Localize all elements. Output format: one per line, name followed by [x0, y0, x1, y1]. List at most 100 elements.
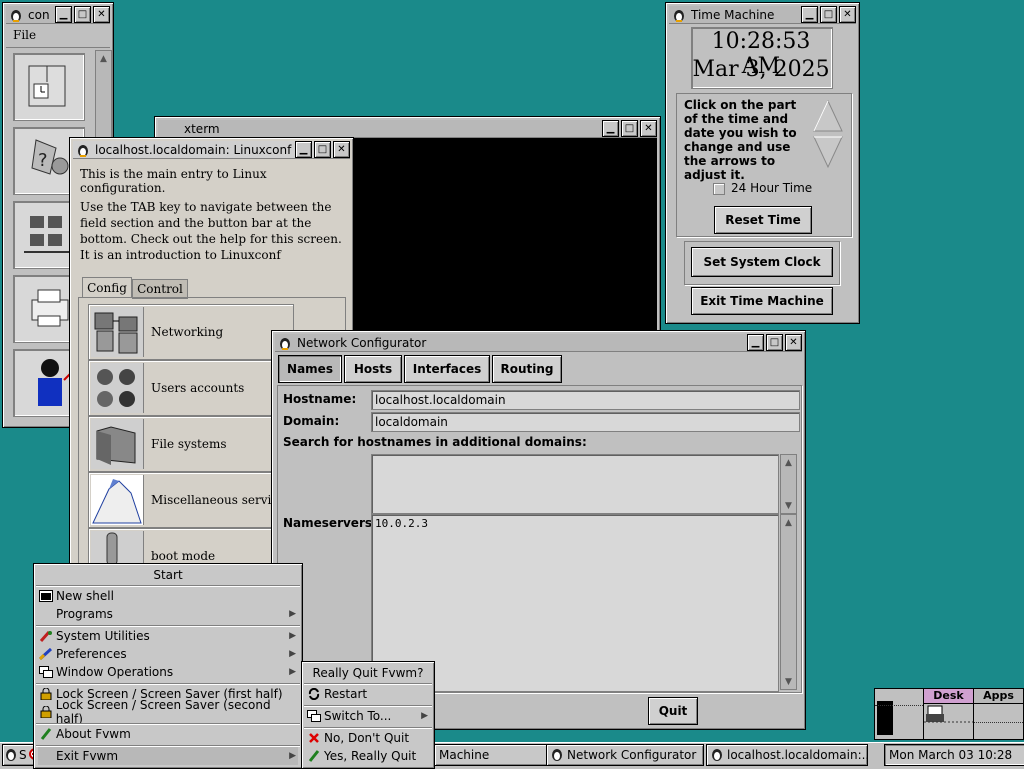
scroll-down-arrow[interactable]: ▼ [781, 498, 796, 513]
set-system-clock-button[interactable]: Set System Clock [691, 247, 833, 277]
close-button[interactable]: ✕ [640, 120, 657, 137]
tab-control[interactable]: Control [132, 279, 188, 299]
search-domains-label: Search for hostnames in additional domai… [283, 435, 587, 449]
penguin-icon [711, 747, 723, 764]
list-item-label: Miscellaneous servic [151, 493, 279, 507]
menu-item-new-shell[interactable]: New shell [38, 587, 298, 605]
menu-item-yes-quit[interactable]: Yes, Really Quit [306, 747, 430, 765]
tab-interfaces[interactable]: Interfaces [404, 355, 490, 383]
pager-desk-2[interactable] [924, 704, 974, 739]
tab-names[interactable]: Names [278, 355, 342, 383]
task-time-machine[interactable]: Machine [434, 744, 548, 766]
close-button[interactable]: ✕ [839, 6, 856, 23]
submenu-arrow-icon: ▶ [289, 609, 296, 619]
window-title: xterm [184, 121, 220, 136]
menu-item-label: Switch To... [324, 709, 392, 723]
pager-desk-3[interactable] [974, 704, 1023, 739]
tab-hosts[interactable]: Hosts [344, 355, 402, 383]
close-button[interactable]: ✕ [333, 141, 350, 158]
quit-button[interactable]: Quit [648, 697, 698, 725]
close-button[interactable]: ✕ [785, 334, 802, 351]
task-label: Machine [439, 748, 490, 762]
control-panel-titlebar[interactable]: con ▁ □ ✕ [6, 6, 110, 24]
linuxconf-titlebar[interactable]: localhost.localdomain: Linuxconf 1 ▁ □ ✕ [73, 141, 350, 159]
list-item-networking[interactable]: Networking [88, 304, 294, 360]
menu-item-label: New shell [56, 589, 114, 603]
domain-input[interactable]: localdomain [371, 412, 800, 432]
task-linuxconf[interactable]: localhost.localdomain:... [706, 744, 868, 766]
pager-desk-label[interactable]: Desk [924, 689, 974, 704]
minimize-button[interactable]: ▁ [295, 141, 312, 158]
date-display[interactable]: Mar 3, 2025 [691, 57, 831, 82]
checkbox-24h-label: 24 Hour Time [731, 181, 813, 195]
submenu-arrow-icon: ▶ [289, 649, 296, 659]
windows-icon [38, 666, 54, 678]
minimize-button[interactable]: ▁ [602, 120, 619, 137]
minimize-button[interactable]: ▁ [55, 6, 72, 23]
penguin-icon[interactable] [277, 335, 293, 351]
pager[interactable]: Desk Apps [874, 688, 1024, 740]
list-item-misc[interactable]: Miscellaneous servic [88, 472, 294, 528]
tab-config[interactable]: Config [82, 277, 132, 298]
penguin-icon[interactable] [75, 142, 91, 158]
window-title: Network Configurator [297, 335, 427, 350]
network-configurator-titlebar[interactable]: Network Configurator ▁ □ ✕ [275, 334, 802, 352]
scroll-up-arrow[interactable]: ▲ [781, 455, 796, 470]
preferences-icon [38, 648, 54, 660]
menu-file[interactable]: File [13, 28, 36, 42]
launcher-clock[interactable] [13, 53, 85, 121]
penguin-icon [551, 747, 563, 764]
minimize-button[interactable]: ▁ [801, 6, 818, 23]
maximize-button[interactable]: □ [74, 6, 91, 23]
penguin-icon[interactable] [671, 7, 687, 23]
nameservers-scrollbar[interactable]: ▲ ▼ [780, 514, 797, 690]
maximize-button[interactable]: □ [820, 6, 837, 23]
exit-time-machine-button[interactable]: Exit Time Machine [691, 287, 833, 315]
list-item-label: Networking [151, 325, 224, 339]
menu-item-programs[interactable]: Programs ▶ [38, 605, 298, 623]
checkbox-24h[interactable] [713, 183, 725, 195]
terminal-icon [38, 590, 54, 602]
hostname-input[interactable]: localhost.localdomain [371, 390, 800, 410]
maximize-button[interactable]: □ [621, 120, 638, 137]
time-machine-window: Time Machine ▁ □ ✕ 10:28:53 AM Mar 3, 20… [665, 2, 860, 324]
menu-item-lock-second[interactable]: Lock Screen / Screen Saver (second half) [38, 698, 298, 726]
list-item-filesystems[interactable]: File systems [88, 416, 294, 472]
menu-item-exit[interactable]: Exit Fvwm ▶ [38, 747, 298, 765]
task-network-configurator[interactable]: Network Configurator [546, 744, 704, 766]
list-item-users[interactable]: Users accounts [88, 360, 294, 416]
minimize-button[interactable]: ▁ [747, 334, 764, 351]
search-domains-textarea[interactable] [371, 454, 779, 514]
menu-item-window-operations[interactable]: Window Operations ▶ [38, 663, 298, 681]
menu-item-label: System Utilities [56, 629, 150, 643]
list-item-bootmode[interactable]: boot mode [88, 528, 294, 566]
tab-routing[interactable]: Routing [492, 355, 562, 383]
up-arrow-icon [813, 99, 843, 132]
scroll-down-arrow[interactable]: ▼ [781, 674, 796, 689]
pager-apps-label[interactable]: Apps [974, 689, 1023, 704]
intro-text-2: Use the TAB key to navigate between the … [80, 200, 342, 262]
maximize-button[interactable]: □ [314, 141, 331, 158]
menu-item-preferences[interactable]: Preferences ▶ [38, 645, 298, 663]
increment-arrow-button[interactable] [812, 99, 844, 133]
close-button[interactable]: ✕ [93, 6, 110, 23]
maximize-button[interactable]: □ [766, 334, 783, 351]
menu-item-system-utilities[interactable]: System Utilities ▶ [38, 627, 298, 645]
decrement-arrow-button[interactable] [812, 135, 844, 169]
penguin-icon[interactable] [8, 7, 24, 23]
search-domains-scrollbar[interactable]: ▲ ▼ [780, 454, 797, 514]
menu-item-no-quit[interactable]: No, Don't Quit [306, 729, 430, 747]
menu-item-label: Programs [56, 607, 113, 621]
lock-icon [38, 688, 54, 700]
menu-item-about[interactable]: About Fvwm [38, 725, 298, 743]
menu-item-switch-to[interactable]: Switch To... ▶ [306, 707, 430, 725]
scroll-up-arrow[interactable]: ▲ [781, 515, 796, 530]
menu-item-restart[interactable]: Restart [306, 685, 430, 703]
red-x-icon [306, 732, 322, 744]
pager-desk-1[interactable] [875, 689, 924, 739]
xterm-titlebar[interactable]: xterm ▁ □ ✕ [158, 120, 657, 138]
reset-time-button[interactable]: Reset Time [714, 206, 812, 234]
scroll-up-arrow[interactable]: ▲ [96, 51, 111, 66]
window-title: con [28, 7, 50, 22]
time-machine-titlebar[interactable]: Time Machine ▁ □ ✕ [669, 6, 856, 24]
